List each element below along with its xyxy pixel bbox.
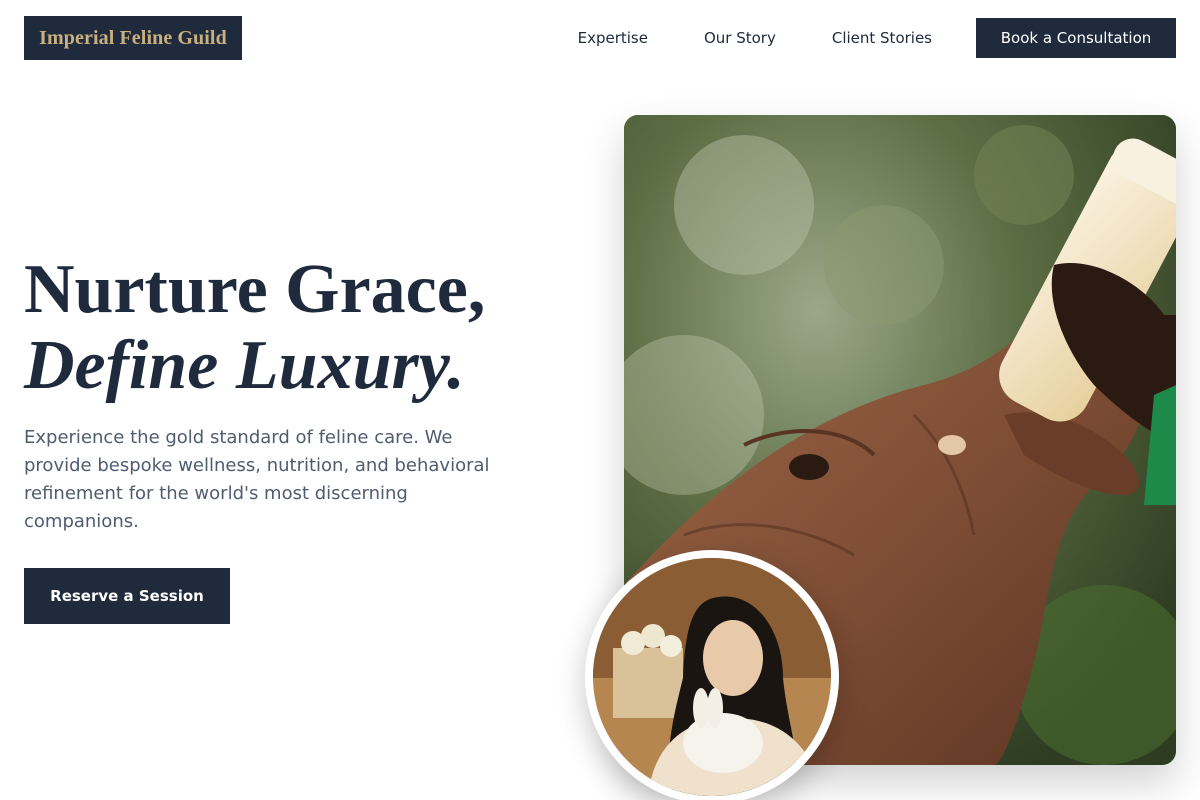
headline-line-2: Define Luxury. xyxy=(24,327,465,404)
brand-logo[interactable]: Imperial Feline Guild xyxy=(24,16,242,60)
hero-description: Experience the gold standard of feline c… xyxy=(24,427,490,532)
portrait-image-frame xyxy=(585,550,839,800)
portrait-illustration xyxy=(593,558,831,796)
headline-line-1: Nurture Grace, xyxy=(24,251,486,328)
hero-headline: Nurture Grace, Define Luxury. xyxy=(24,252,485,404)
nav-link-client-stories[interactable]: Client Stories xyxy=(832,29,932,47)
nav-link-expertise[interactable]: Expertise xyxy=(578,29,648,47)
nav-link-our-story[interactable]: Our Story xyxy=(704,29,776,47)
site-header: Imperial Feline Guild Expertise Our Stor… xyxy=(0,0,1200,76)
book-consultation-button[interactable]: Book a Consultation xyxy=(976,18,1176,58)
reserve-session-button[interactable]: Reserve a Session xyxy=(24,568,230,624)
main-nav: Expertise Our Story Client Stories Book … xyxy=(578,18,1176,58)
woman-rabbit-photo xyxy=(593,558,831,796)
